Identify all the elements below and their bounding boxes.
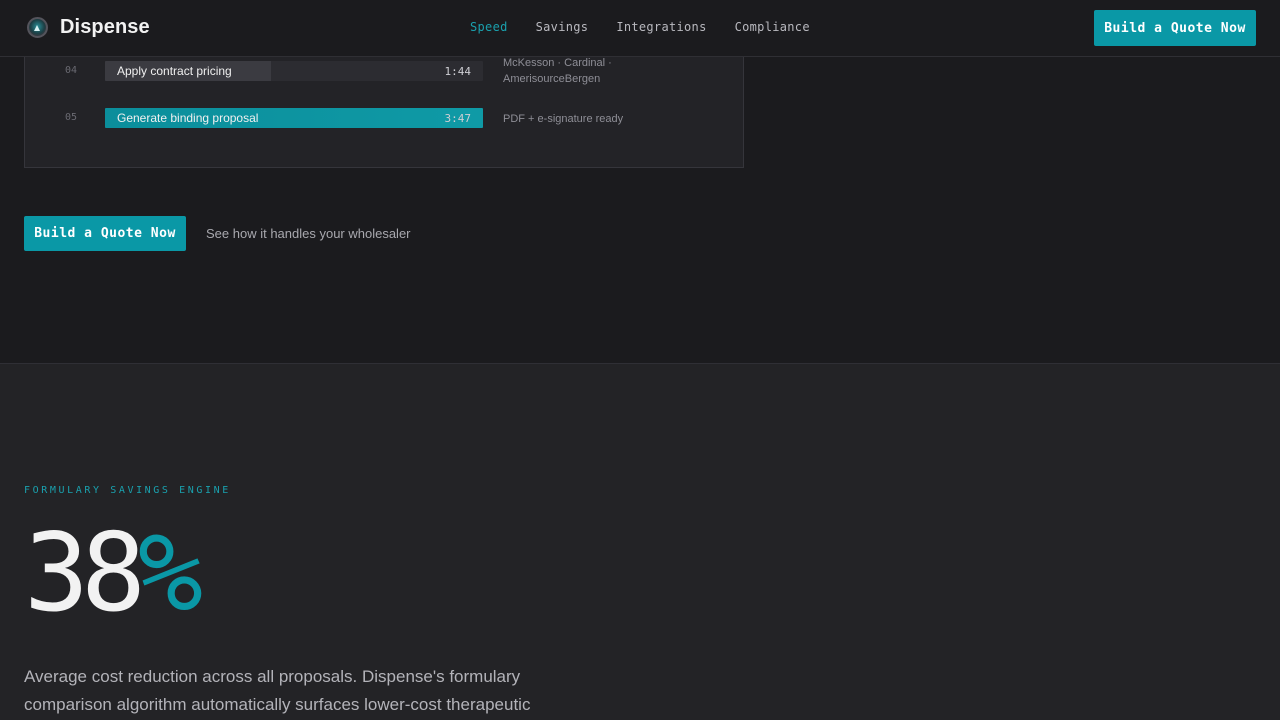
build-quote-button[interactable]: Build a Quote Now [24, 216, 186, 251]
step-label: Generate binding proposal [117, 111, 259, 125]
wholesaler-link[interactable]: See how it handles your wholesaler [206, 226, 411, 241]
stat-unit: % [138, 511, 203, 636]
nav-link-speed[interactable]: Speed [470, 20, 508, 34]
savings-section: FORMULARY SAVINGS ENGINE 38% Average cos… [0, 363, 1280, 720]
dispense-logo-icon [27, 17, 48, 38]
timeline-step-05: 05 Generate binding proposal 3:47 PDF + … [25, 108, 743, 130]
step-progress-bar: Generate binding proposal 3:47 [105, 108, 483, 128]
savings-description: Average cost reduction across all propos… [24, 667, 531, 714]
section-eyebrow: FORMULARY SAVINGS ENGINE [24, 485, 231, 496]
step-number: 04 [65, 65, 78, 76]
brand-name: Dispense [60, 16, 150, 38]
step-note: McKesson · Cardinal · AmerisourceBergen [503, 57, 612, 85]
top-nav: Dispense Speed Savings Integrations Comp… [0, 0, 1280, 57]
step-number: 05 [65, 112, 78, 123]
savings-stat: 38% [24, 511, 203, 636]
step-note: PDF + e-signature ready [503, 113, 624, 125]
nav-build-quote-button[interactable]: Build a Quote Now [1094, 10, 1256, 46]
step-label: Apply contract pricing [117, 64, 232, 78]
timeline-step-04: 04 Apply contract pricing 1:44 McKesson … [25, 57, 743, 85]
stat-number: 38 [24, 511, 146, 636]
nav-link-compliance[interactable]: Compliance [735, 20, 810, 34]
brand[interactable]: Dispense [27, 16, 150, 39]
nav-link-savings[interactable]: Savings [536, 20, 589, 34]
step-time: 1:44 [444, 65, 472, 78]
nav-link-integrations[interactable]: Integrations [616, 20, 706, 34]
step-time: 3:47 [444, 112, 472, 125]
step-progress-bar: Apply contract pricing 1:44 [105, 61, 483, 81]
nav-links: Speed Savings Integrations Compliance [470, 20, 810, 34]
